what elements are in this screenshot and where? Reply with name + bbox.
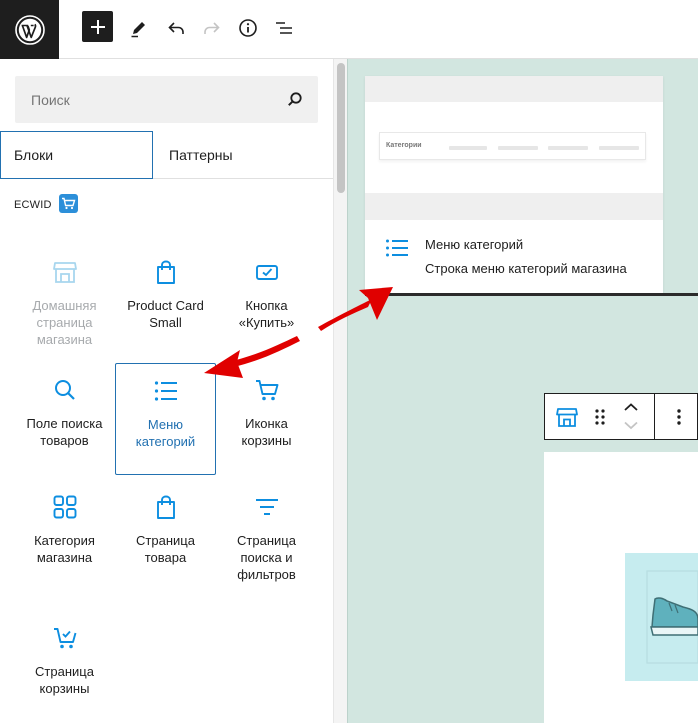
ecwid-cart-icon [59,194,78,213]
block-label: Иконка корзины [241,416,292,448]
block-label: Поле поиска товаров [26,416,103,448]
preview-placeholder-bar [365,76,663,102]
category-heading: ECWID [14,199,52,211]
block-label: Страница товара [136,533,195,565]
canvas-divider [347,59,348,723]
block-label: Кнопка «Купить» [238,298,295,330]
preview-category-label: Категории [386,142,422,149]
chevron-down-icon [624,421,638,430]
undo-button[interactable] [160,12,192,44]
tab-blocks-label: Блоки [14,147,54,163]
block-label: Страница корзины [35,664,94,696]
toolbar-separator [654,394,655,439]
more-vertical-icon [677,409,681,425]
wordpress-logo-button[interactable] [0,0,59,59]
block-insertion-indicator [365,293,698,296]
preview-placeholder-line [449,146,487,150]
block-preview-popover: Категории Меню категорий Строка меню кат… [365,76,663,293]
pencil-icon [131,22,145,38]
preview-title: Меню категорий [425,237,524,252]
category-grid-icon [52,494,78,520]
preview-description: Строка меню категорий магазина [425,261,627,276]
tab-patterns[interactable]: Паттерны [153,131,333,179]
sidebar-scrollbar-thumb[interactable] [337,63,345,193]
sidebar-scrollbar[interactable] [333,59,347,723]
buy-button-icon [254,259,280,285]
list-icon [386,239,408,257]
block-item-search-filters-page[interactable]: Страница поиска и фильтров [216,480,317,592]
preview-placeholder-line [498,146,538,150]
block-inserter-toggle-button[interactable] [82,11,113,42]
preview-placeholder-bar [365,193,663,220]
redo-button[interactable] [196,12,228,44]
cart-check-icon [52,625,78,651]
tab-blocks[interactable]: Блоки [0,131,153,179]
block-label: Меню категорий [135,417,196,449]
search-icon [288,92,302,106]
list-view-icon [276,22,292,34]
block-label: Домашняя страница магазина [32,298,97,347]
undo-icon [168,22,184,34]
block-item-product-card-small[interactable]: Product Card Small [115,245,216,357]
move-down-button[interactable] [621,418,641,433]
shopping-bag-icon [153,494,179,520]
block-item-store-category[interactable]: Категория магазина [14,480,115,592]
shopping-bag-icon [153,259,179,285]
inserter-tabs: Блоки Паттерны [0,131,333,179]
cart-icon [254,377,280,403]
preview-placeholder-line [599,146,639,150]
store-icon [556,408,578,427]
block-label: Категория магазина [34,533,95,565]
block-inserter-panel: Блоки Паттерны ECWID Домашняя страница м… [0,59,333,723]
tab-patterns-label: Паттерны [169,147,233,163]
block-item-product-page[interactable]: Страница товара [115,480,216,592]
preview-placeholder-line [548,146,588,150]
chevron-up-icon [624,403,638,411]
block-toolbar [544,393,698,440]
move-up-button[interactable] [621,400,641,415]
tools-button[interactable] [123,12,155,44]
plus-icon [90,19,105,34]
drag-handle-icon [595,409,605,425]
block-search-input[interactable] [15,76,275,123]
store-icon [52,259,78,285]
info-icon [239,19,257,37]
list-icon [153,378,179,404]
block-options-button[interactable] [669,406,689,428]
block-item-cart-icon[interactable]: Иконка корзины [216,363,317,475]
block-search-field [15,76,318,123]
filter-icon [254,494,280,520]
block-item-category-menu[interactable]: Меню категорий [115,363,216,475]
redo-icon [204,22,220,34]
block-item-product-search[interactable]: Поле поиска товаров [14,363,115,475]
block-item-cart-page[interactable]: Страница корзины [14,611,115,723]
search-icon [52,377,78,403]
wordpress-logo-icon [14,14,45,45]
block-label: Страница поиска и фильтров [237,533,296,582]
block-item-store-home[interactable]: Домашняя страница магазина [14,245,115,357]
list-view-button[interactable] [268,12,300,44]
details-button[interactable] [232,12,264,44]
product-image [625,553,698,681]
preview-category-menu: Категории [379,132,646,160]
block-label: Product Card Small [127,298,204,330]
block-type-button[interactable] [555,405,579,429]
block-item-buy-button[interactable]: Кнопка «Купить» [216,245,317,357]
drag-handle-button[interactable] [591,407,609,427]
editor-top-toolbar [0,0,698,59]
sneaker-illustration [646,570,698,664]
